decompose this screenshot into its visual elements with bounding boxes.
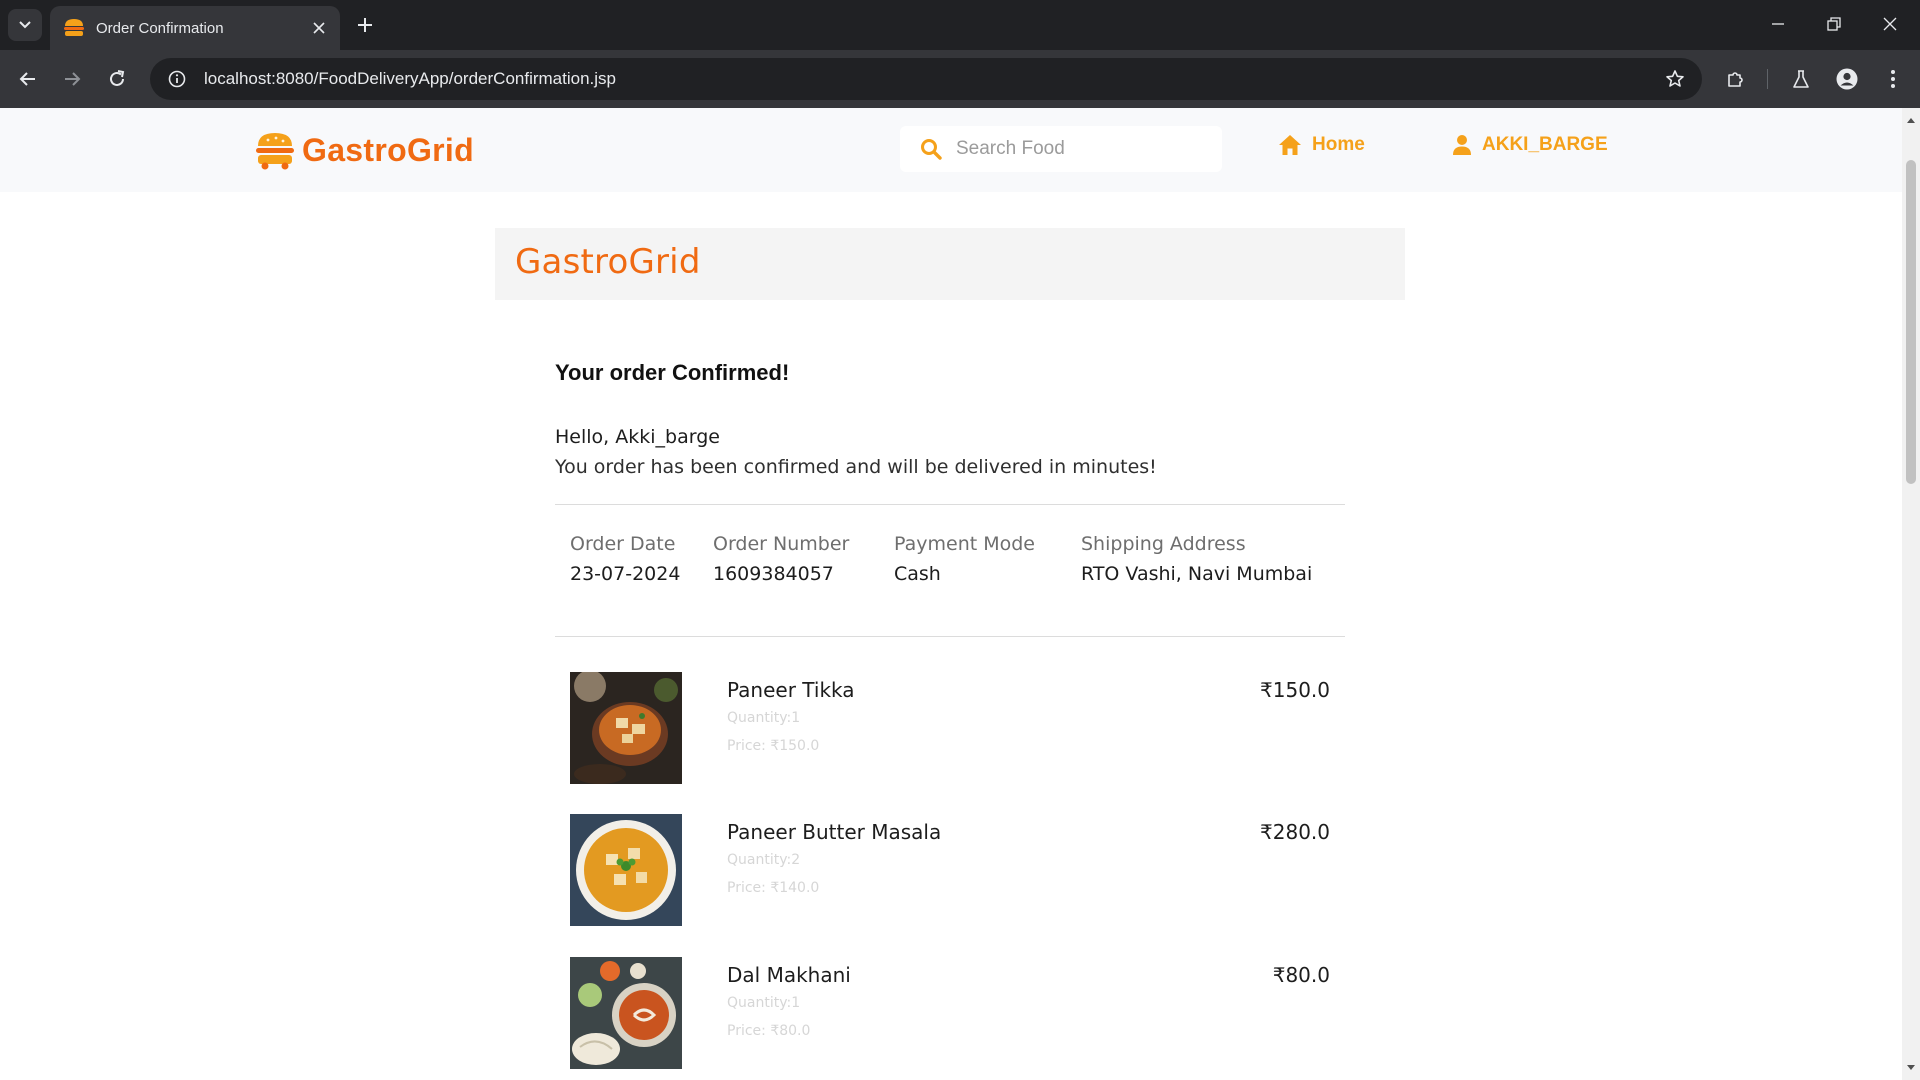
- payment-mode-block: Payment Mode Cash: [894, 533, 1035, 585]
- item-unit-price: Price: ₹140.0: [727, 880, 820, 896]
- user-icon: [1452, 134, 1472, 156]
- search-input[interactable]: [956, 138, 1196, 160]
- order-item: Dal Makhani Quantity:1 Price: ₹80.0 ₹80.…: [570, 957, 1330, 1071]
- divider-top: [555, 504, 1345, 505]
- site-header: GastroGrid Home AKKI_BARGE: [0, 108, 1902, 192]
- scroll-thumb[interactable]: [1906, 160, 1916, 484]
- reload-button[interactable]: [101, 63, 133, 95]
- forward-button[interactable]: [56, 63, 88, 95]
- nav-user-label: AKKI_BARGE: [1482, 134, 1608, 155]
- payment-mode-value: Cash: [894, 563, 941, 585]
- new-tab-button[interactable]: [352, 12, 378, 38]
- restore-button[interactable]: [1814, 6, 1854, 42]
- confirmation-heading: Your order Confirmed!: [555, 360, 790, 385]
- burger-icon: [256, 133, 294, 170]
- nav-home-link[interactable]: Home: [1278, 134, 1365, 156]
- nav-home-label: Home: [1312, 134, 1365, 155]
- toolbar-separator: [1767, 69, 1768, 89]
- item-name: Dal Makhani: [727, 963, 851, 987]
- order-number-label: Order Number: [713, 533, 850, 555]
- food-image: [570, 672, 682, 784]
- food-image: [570, 814, 682, 926]
- banner-title: GastroGrid: [515, 242, 701, 282]
- profile-button[interactable]: [1831, 63, 1863, 95]
- extensions-button[interactable]: [1720, 63, 1752, 95]
- item-quantity: Quantity:1: [727, 710, 801, 726]
- tab-search-button[interactable]: [8, 9, 42, 41]
- address-bar[interactable]: localhost:8080/FoodDeliveryApp/orderConf…: [150, 58, 1702, 100]
- item-name: Paneer Tikka: [727, 678, 855, 702]
- confirmation-message: You order has been confirmed and will be…: [555, 456, 1157, 478]
- search-box[interactable]: [900, 126, 1222, 172]
- nav-user-link[interactable]: AKKI_BARGE: [1452, 134, 1608, 156]
- order-date-label: Order Date: [570, 533, 676, 555]
- food-image: [570, 957, 682, 1069]
- flask-icon: [1793, 70, 1809, 88]
- puzzle-icon: [1728, 72, 1743, 87]
- search-icon: [921, 139, 942, 160]
- arrow-right-icon: [65, 72, 81, 86]
- star-icon[interactable]: [1662, 66, 1688, 92]
- order-date-block: Order Date 23-07-2024: [570, 533, 680, 585]
- item-total: ₹80.0: [1272, 963, 1330, 987]
- item-total: ₹150.0: [1260, 678, 1330, 702]
- brand-link[interactable]: GastroGrid: [256, 130, 474, 170]
- item-quantity: Quantity:1: [727, 995, 801, 1011]
- order-number-value: 1609384057: [713, 563, 834, 585]
- shipping-address-block: Shipping Address RTO Vashi, Navi Mumbai: [1081, 533, 1312, 585]
- close-icon: [1883, 17, 1897, 31]
- order-number-block: Order Number 1609384057: [713, 533, 849, 585]
- menu-button[interactable]: [1877, 63, 1909, 95]
- info-icon[interactable]: [164, 66, 190, 92]
- brand-name: GastroGrid: [302, 131, 474, 168]
- tab-title: Order Confirmation: [96, 19, 224, 37]
- arrow-left-icon: [19, 72, 35, 86]
- confirmation-banner: GastroGrid: [495, 228, 1405, 300]
- order-date-value: 23-07-2024: [570, 563, 681, 585]
- order-item: Paneer Tikka Quantity:1 Price: ₹150.0 ₹1…: [570, 672, 1330, 786]
- order-item: Paneer Butter Masala Quantity:2 Price: ₹…: [570, 814, 1330, 928]
- item-unit-price: Price: ₹150.0: [727, 738, 820, 754]
- item-unit-price: Price: ₹80.0: [727, 1023, 811, 1039]
- payment-mode-label: Payment Mode: [894, 533, 1035, 555]
- minimize-button[interactable]: [1758, 6, 1798, 42]
- browser-tab-strip: Order Confirmation: [0, 0, 1920, 50]
- minimize-icon: [1772, 23, 1784, 25]
- restore-icon: [1827, 17, 1841, 31]
- item-total: ₹280.0: [1260, 820, 1330, 844]
- greeting-text: Hello, Akki_barge: [555, 426, 720, 448]
- kebab-menu-icon: [1891, 70, 1895, 88]
- back-button[interactable]: [12, 63, 44, 95]
- shipping-address-label: Shipping Address: [1081, 533, 1246, 555]
- item-name: Paneer Butter Masala: [727, 820, 942, 844]
- browser-tab-active[interactable]: Order Confirmation: [50, 6, 340, 50]
- shipping-address-value: RTO Vashi, Navi Mumbai: [1081, 563, 1313, 585]
- chevron-down-icon: [19, 21, 31, 29]
- page-scrollbar[interactable]: [1902, 108, 1920, 1080]
- divider-bottom: [555, 636, 1345, 637]
- home-icon: [1278, 134, 1302, 156]
- close-window-button[interactable]: [1870, 6, 1910, 42]
- person-icon: [1836, 68, 1858, 90]
- scroll-up-icon[interactable]: [1906, 114, 1916, 126]
- plus-icon: [358, 18, 372, 32]
- url-text[interactable]: localhost:8080/FoodDeliveryApp/orderConf…: [204, 69, 616, 89]
- burger-icon: [62, 16, 86, 40]
- close-icon[interactable]: [308, 17, 330, 39]
- reload-icon: [110, 70, 125, 86]
- browser-toolbar: localhost:8080/FoodDeliveryApp/orderConf…: [0, 50, 1920, 108]
- scroll-down-icon[interactable]: [1906, 1062, 1916, 1074]
- labs-button[interactable]: [1785, 63, 1817, 95]
- page-viewport: GastroGrid Home AKKI_BARGE GastroGrid Yo…: [0, 108, 1902, 1080]
- item-quantity: Quantity:2: [727, 852, 801, 868]
